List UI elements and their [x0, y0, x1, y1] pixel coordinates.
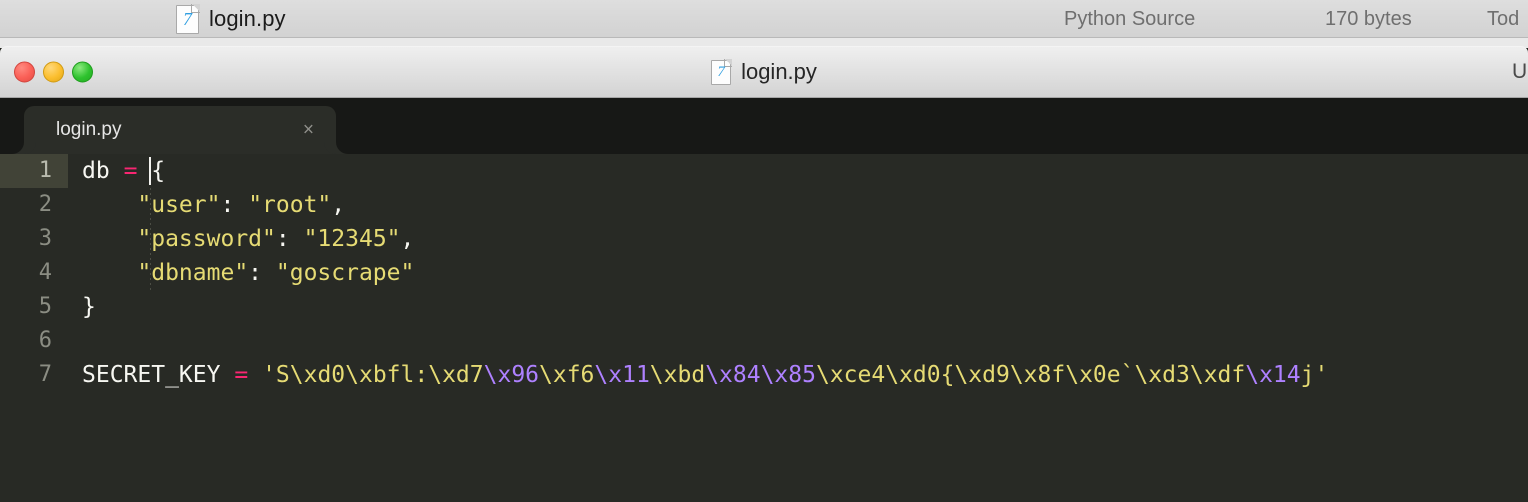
line-number: 6: [38, 328, 52, 353]
text-caret: [149, 157, 151, 185]
minimize-button[interactable]: [43, 61, 64, 83]
code-token: SECRET_KEY: [82, 362, 221, 388]
line-number: 5: [38, 294, 52, 319]
finder-file-row[interactable]: 7 login.py Python Source 170 bytes Tod: [0, 0, 1528, 38]
code-token: \xbd: [649, 362, 706, 388]
code-token: 'S\xd0\xbfl:\xd7: [262, 362, 484, 388]
code-token: "12345": [303, 226, 401, 252]
code-token: =: [123, 158, 138, 184]
indent-guide: [150, 188, 151, 290]
code-token: ,: [331, 192, 346, 218]
editor-tabbar: login.py ×: [0, 98, 1528, 154]
editor-tab-login-py[interactable]: login.py ×: [24, 106, 336, 154]
code-token: \xf6: [539, 362, 595, 388]
code-line[interactable]: db = {: [82, 154, 1528, 188]
close-button[interactable]: [14, 61, 35, 83]
line-number: 7: [38, 362, 52, 387]
finder-name-cell[interactable]: 7 login.py: [176, 0, 286, 38]
code-token: {: [151, 158, 166, 184]
window-title: 7 login.py: [0, 58, 1528, 85]
code-line[interactable]: "user": "root",: [82, 188, 1528, 222]
code-token: :: [220, 192, 249, 218]
code-token: "root": [248, 192, 332, 218]
code-token: db: [82, 158, 110, 184]
code-token: :: [275, 226, 304, 252]
window-encoding-label: U: [1512, 60, 1526, 83]
code-area[interactable]: 1 2 3 4 5 6 7 db = { "user": "root", "password…: [0, 154, 1528, 502]
code-token: \x85: [760, 362, 816, 388]
code-token: \xce4\xd0{\xd9\x8f\x0e`\xd3\xdf: [815, 362, 1246, 388]
code-token: \x11: [594, 362, 650, 388]
code-line[interactable]: SECRET_KEY = 'S\xd0\xbfl:\xd7\x96\xf6\x1…: [82, 358, 1528, 392]
code-token: \x96: [483, 362, 540, 388]
zoom-button[interactable]: [72, 61, 93, 83]
code-line[interactable]: "password": "12345",: [82, 222, 1528, 256]
finder-kind: Python Source: [1064, 7, 1196, 30]
code-token: "password": [137, 226, 276, 252]
python-file-icon: 7: [711, 58, 733, 85]
code-token: "dbname": [137, 260, 249, 286]
code-token: =: [234, 362, 249, 388]
code-content[interactable]: db = { "user": "root", "password": "1234…: [68, 154, 1528, 502]
code-editor: login.py × 1 2 3 4 5 6 7 db = { "user": "root"…: [0, 98, 1528, 502]
code-token: \x14: [1245, 362, 1301, 388]
line-number: 1: [0, 154, 68, 188]
window-controls: [14, 61, 93, 83]
code-token: \x84: [705, 362, 761, 388]
line-number-gutter: 1 2 3 4 5 6 7: [0, 154, 68, 502]
window-titlebar[interactable]: 7 login.py U: [0, 46, 1528, 98]
code-token: ,: [400, 226, 415, 252]
finder-filename: login.py: [209, 6, 286, 31]
editor-tab-label: login.py: [56, 119, 122, 140]
line-number: 2: [38, 192, 52, 217]
code-line[interactable]: "dbname": "goscrape": [82, 256, 1528, 290]
finder-size: 170 bytes: [1325, 7, 1412, 30]
finder-date: Tod: [1487, 7, 1520, 30]
python-file-icon: 7: [176, 3, 200, 34]
code-token: :: [248, 260, 276, 286]
code-line[interactable]: }: [82, 290, 1528, 324]
code-line[interactable]: [82, 324, 1528, 358]
line-number: 4: [38, 260, 52, 285]
close-icon[interactable]: ×: [303, 121, 314, 140]
editor-window: 7 login.py U login.py × 1 2 3 4 5 6 7 db = { "…: [0, 46, 1528, 502]
screen: 7 login.py Python Source 170 bytes Tod 7…: [0, 0, 1528, 502]
code-token: }: [82, 294, 96, 320]
line-number: 3: [38, 226, 52, 251]
code-token: "goscrape": [275, 260, 415, 286]
code-token: j': [1300, 362, 1329, 388]
window-title-text: login.py: [741, 59, 817, 84]
